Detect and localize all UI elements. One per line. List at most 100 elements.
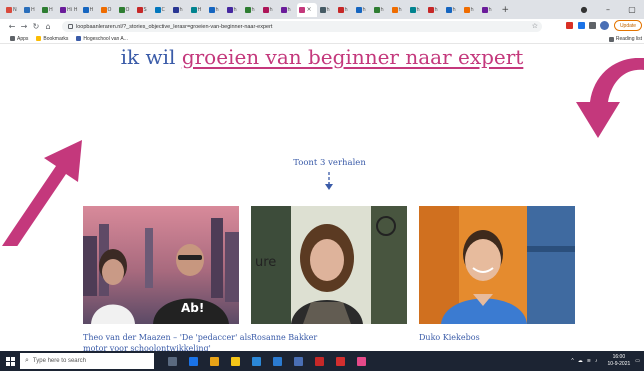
tab-label: H [31, 6, 35, 13]
browser-tab[interactable]: N [4, 3, 21, 17]
browser-tab[interactable]: H [40, 3, 57, 17]
taskbar-search-input[interactable]: ⌕ Type here to search [20, 353, 154, 369]
profile-avatar[interactable] [600, 21, 609, 30]
profile-dot-icon[interactable]: ● [572, 0, 596, 19]
mail-icon[interactable] [252, 356, 261, 366]
browser-tab[interactable]: h [225, 3, 242, 17]
heading-prefix: ik wil [120, 45, 176, 69]
taskbar-clock[interactable]: 16:00 10-9-2021 [607, 354, 630, 368]
tab-favicon-icon [337, 6, 344, 13]
windows-taskbar: ⌕ Type here to search ^ ☁ ≋ ♪ 16:00 10-9… [0, 351, 644, 371]
tab-label: h [362, 6, 366, 13]
browser-tab[interactable]: H [22, 3, 39, 17]
browser-tab[interactable]: h [372, 3, 389, 17]
tab-favicon-icon [154, 6, 161, 13]
tab-label: H [197, 6, 202, 13]
tab-label: h [452, 6, 456, 13]
tab-close-icon[interactable]: × [307, 6, 312, 13]
tab-favicon-icon [427, 6, 434, 13]
tab-label: h [488, 6, 492, 13]
reload-icon[interactable]: ↻ [30, 22, 42, 31]
home-icon[interactable]: ⌂ [42, 22, 54, 31]
powerpoint-icon[interactable] [315, 356, 324, 366]
browser-tab[interactable]: h [207, 3, 224, 17]
tab-favicon-icon [226, 6, 233, 13]
tray-chevron-icon[interactable]: ^ [571, 358, 573, 364]
chrome-icon[interactable] [210, 356, 219, 366]
tab-favicon-icon [445, 6, 452, 13]
browser-tab[interactable]: h [336, 3, 353, 17]
file-explorer-icon[interactable] [231, 356, 240, 366]
network-icon[interactable]: ≋ [587, 358, 591, 364]
extension-icon[interactable] [566, 22, 573, 29]
page-content: ik wil groeien van beginner naar expert … [0, 44, 644, 351]
bookmark-item[interactable]: Bookmarks [36, 36, 68, 42]
browser-tab[interactable]: S [135, 3, 152, 17]
acrobat-icon[interactable] [336, 356, 345, 366]
browser-tab[interactable]: h [261, 3, 278, 17]
bookmark-item[interactable]: Apps [10, 36, 28, 42]
tab-label: h [326, 6, 330, 13]
heading-highlight: groeien van beginner naar expert [181, 45, 524, 69]
forward-icon[interactable]: → [18, 22, 30, 31]
bookmarks-bar: Apps Bookmarks Hogeschool van A... Reading… [0, 34, 644, 44]
windows-start-button[interactable] [0, 351, 20, 371]
browser-tab[interactable]: C [153, 3, 170, 17]
tab-favicon-icon [319, 6, 326, 13]
tab-favicon-icon [244, 6, 251, 13]
tab-favicon-icon [373, 6, 380, 13]
browser-tab[interactable]: Hi H [58, 3, 80, 17]
story-photo[interactable]: ure [251, 206, 407, 324]
story-caption[interactable]: Rosanne Bakker [251, 332, 431, 343]
story-caption[interactable]: Duko Kiekebos [419, 332, 599, 343]
windows-logo-icon [5, 356, 15, 366]
edge-icon[interactable] [189, 356, 198, 366]
teams-icon[interactable] [294, 356, 303, 366]
browser-tab[interactable]: h [444, 3, 461, 17]
browser-tab[interactable]: h [426, 3, 443, 17]
address-bar[interactable]: loopbaanleraren.nl/?_stories_objective_l… [62, 21, 542, 32]
browser-tab[interactable]: H [81, 3, 98, 17]
new-tab-button[interactable]: + [502, 5, 510, 15]
browser-tab[interactable]: h [354, 3, 371, 17]
browser-tab[interactable]: h [318, 3, 335, 17]
svg-text:ure: ure [255, 255, 276, 270]
task-view-icon[interactable] [168, 356, 177, 366]
tab-label: h [416, 6, 420, 13]
bookmark-item[interactable]: Hogeschool van A... [76, 35, 128, 42]
browser-tab[interactable]: O [117, 3, 134, 17]
extension-icon[interactable] [578, 22, 585, 29]
browser-tab[interactable]: h [480, 3, 497, 17]
update-button[interactable]: Update [614, 20, 642, 31]
browser-tab[interactable]: h [171, 3, 188, 17]
tab-favicon-icon [190, 6, 197, 13]
tab-favicon-icon [355, 6, 362, 13]
browser-tab[interactable]: h [408, 3, 425, 17]
tab-label: h [380, 6, 384, 13]
back-icon[interactable]: ← [6, 22, 18, 31]
maximize-button[interactable]: ▢ [620, 0, 644, 19]
browser-tab[interactable]: h [279, 3, 296, 17]
story-caption[interactable]: Theo van der Maazen – 'De 'pedaccer' als… [83, 332, 263, 351]
bookmark-star-icon[interactable]: ☆ [532, 22, 538, 30]
browser-tab[interactable]: O [99, 3, 116, 17]
volume-icon[interactable]: ♪ [595, 358, 598, 364]
cloud-icon[interactable]: ☁ [578, 358, 583, 364]
story-photo[interactable] [419, 206, 575, 324]
tab-label: h [233, 6, 237, 13]
minimize-button[interactable]: – [596, 0, 620, 19]
reading-list-button[interactable]: Reading list [608, 34, 642, 44]
notification-icon[interactable]: ▭ [635, 358, 640, 364]
bookmark-label: Hogeschool van A... [83, 35, 128, 42]
tab-favicon-icon [262, 6, 269, 13]
word-icon[interactable] [273, 356, 282, 366]
browser-tab[interactable]: h [390, 3, 407, 17]
browser-tab[interactable]: h [462, 3, 479, 17]
browser-tab[interactable]: H [189, 3, 206, 17]
browser-tab-active[interactable]: × [296, 2, 317, 17]
extensions-puzzle-icon[interactable] [589, 22, 596, 29]
story-photo[interactable]: Ab! [83, 206, 239, 324]
tab-label: O [107, 6, 112, 13]
slack-icon[interactable] [357, 356, 366, 366]
browser-tab[interactable]: h [243, 3, 260, 17]
